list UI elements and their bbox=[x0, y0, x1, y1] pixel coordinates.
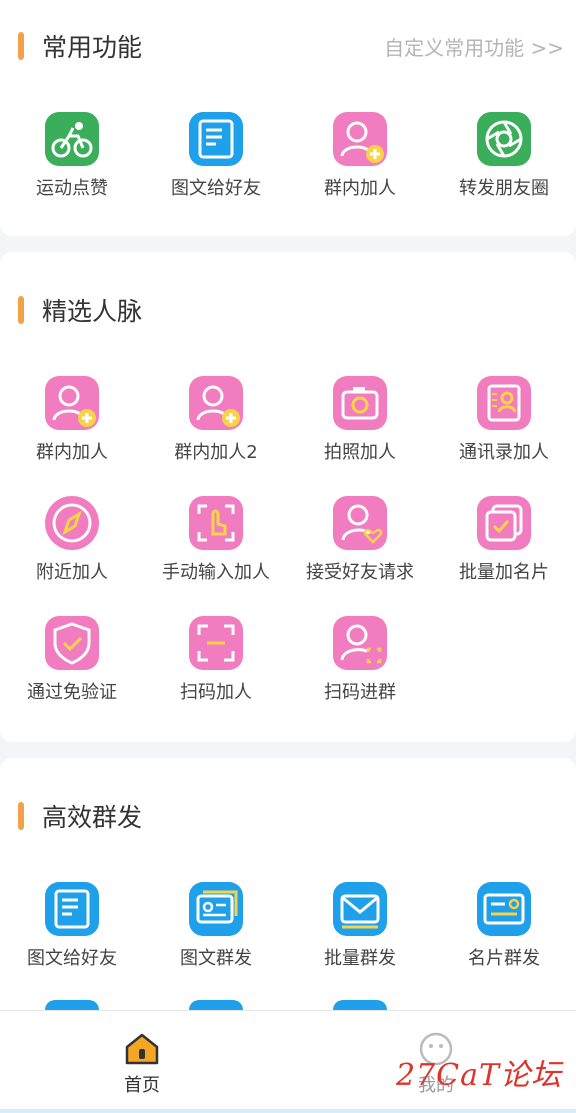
tab-home-label: 首页 bbox=[124, 1075, 160, 1096]
address-book-icon bbox=[477, 376, 531, 430]
watermark-text: 27CaT论坛 bbox=[395, 1058, 562, 1093]
stacked-cards-icon bbox=[477, 496, 531, 550]
person-scan-icon bbox=[333, 616, 387, 670]
section-title-text: 常用功能 bbox=[42, 33, 143, 62]
id-card-stack-icon bbox=[189, 882, 243, 936]
item-nearby-add[interactable]: 附近加人 bbox=[0, 496, 144, 584]
bicycle-icon bbox=[45, 112, 99, 166]
item-image-to-friend[interactable]: 图文给好友 bbox=[0, 882, 144, 970]
item-accept-requests[interactable]: 接受好友请求 bbox=[288, 496, 432, 584]
item-sport-like[interactable]: 运动点赞 bbox=[0, 112, 144, 200]
hand-tap-icon bbox=[189, 496, 243, 550]
accent-bar bbox=[18, 32, 24, 60]
item-image-broadcast[interactable]: 图文群发 bbox=[144, 882, 288, 970]
section-title-text: 高效群发 bbox=[42, 803, 143, 832]
item-batch-card[interactable]: 批量加名片 bbox=[432, 496, 576, 584]
moments-aperture-icon bbox=[477, 112, 531, 166]
item-label: 通讯录加人 bbox=[459, 442, 549, 463]
contacts-card: 精选人脉 群内加人 群内加人2 拍照加人 通讯录加人 附近加人 手动输入加人 接… bbox=[0, 252, 576, 742]
add-person-icon bbox=[189, 376, 243, 430]
customize-common-link[interactable]: 自定义常用功能 >> bbox=[384, 32, 564, 61]
item-label: 批量加名片 bbox=[459, 562, 549, 583]
item-label: 转发朋友圈 bbox=[459, 178, 549, 199]
compass-icon bbox=[45, 496, 99, 550]
item-label: 图文给好友 bbox=[171, 178, 261, 199]
item-label: 名片群发 bbox=[468, 948, 540, 969]
person-heart-icon bbox=[333, 496, 387, 550]
item-skip-verify[interactable]: 通过免验证 bbox=[0, 616, 144, 704]
tab-home[interactable]: 首页 bbox=[70, 1031, 214, 1097]
item-label: 扫码加人 bbox=[180, 682, 252, 703]
home-icon bbox=[124, 1031, 160, 1067]
scan-icon bbox=[189, 616, 243, 670]
section-title-text: 精选人脉 bbox=[42, 297, 143, 326]
item-label: 批量群发 bbox=[324, 948, 396, 969]
add-person-icon bbox=[45, 376, 99, 430]
item-label: 附近加人 bbox=[36, 562, 108, 583]
section-title-common: 常用功能 bbox=[18, 28, 142, 64]
item-photo-add[interactable]: 拍照加人 bbox=[288, 376, 432, 464]
broadcast-card: 高效群发 图文给好友 图文群发 批量群发 名片群发 bbox=[0, 758, 576, 1018]
item-image-to-friend[interactable]: 图文给好友 bbox=[144, 112, 288, 200]
item-label: 图文给好友 bbox=[27, 948, 117, 969]
accent-bar bbox=[18, 802, 24, 830]
item-group-add[interactable]: 群内加人 bbox=[288, 112, 432, 200]
common-functions-card: 常用功能 自定义常用功能 >> 运动点赞 图文给好友 群内加人 转发朋友圈 bbox=[0, 0, 576, 236]
item-label: 接受好友请求 bbox=[306, 562, 414, 583]
add-person-icon bbox=[333, 112, 387, 166]
item-label: 运动点赞 bbox=[36, 178, 108, 199]
section-title-contacts: 精选人脉 bbox=[18, 292, 142, 328]
item-manual-add[interactable]: 手动输入加人 bbox=[144, 496, 288, 584]
shield-check-icon bbox=[45, 616, 99, 670]
item-scan-join-group[interactable]: 扫码进群 bbox=[288, 616, 432, 704]
item-label: 群内加人 bbox=[36, 442, 108, 463]
card-icon bbox=[477, 882, 531, 936]
item-label: 手动输入加人 bbox=[162, 562, 270, 583]
item-group-add[interactable]: 群内加人 bbox=[0, 376, 144, 464]
mail-icon bbox=[333, 882, 387, 936]
item-forward-moments[interactable]: 转发朋友圈 bbox=[432, 112, 576, 200]
document-icon bbox=[189, 112, 243, 166]
bottom-indicator-line bbox=[0, 1109, 576, 1113]
item-batch-broadcast[interactable]: 批量群发 bbox=[288, 882, 432, 970]
camera-icon bbox=[333, 376, 387, 430]
section-title-broadcast: 高效群发 bbox=[18, 798, 142, 834]
item-label: 扫码进群 bbox=[324, 682, 396, 703]
item-scan-add[interactable]: 扫码加人 bbox=[144, 616, 288, 704]
document-icon bbox=[45, 882, 99, 936]
item-card-broadcast[interactable]: 名片群发 bbox=[432, 882, 576, 970]
accent-bar bbox=[18, 296, 24, 324]
item-label: 通过免验证 bbox=[27, 682, 117, 703]
item-group-add-2[interactable]: 群内加人2 bbox=[144, 376, 288, 464]
item-label: 拍照加人 bbox=[324, 442, 396, 463]
item-contacts-add[interactable]: 通讯录加人 bbox=[432, 376, 576, 464]
item-label: 群内加人 bbox=[324, 178, 396, 199]
item-label: 群内加人2 bbox=[174, 442, 258, 463]
item-label: 图文群发 bbox=[180, 948, 252, 969]
